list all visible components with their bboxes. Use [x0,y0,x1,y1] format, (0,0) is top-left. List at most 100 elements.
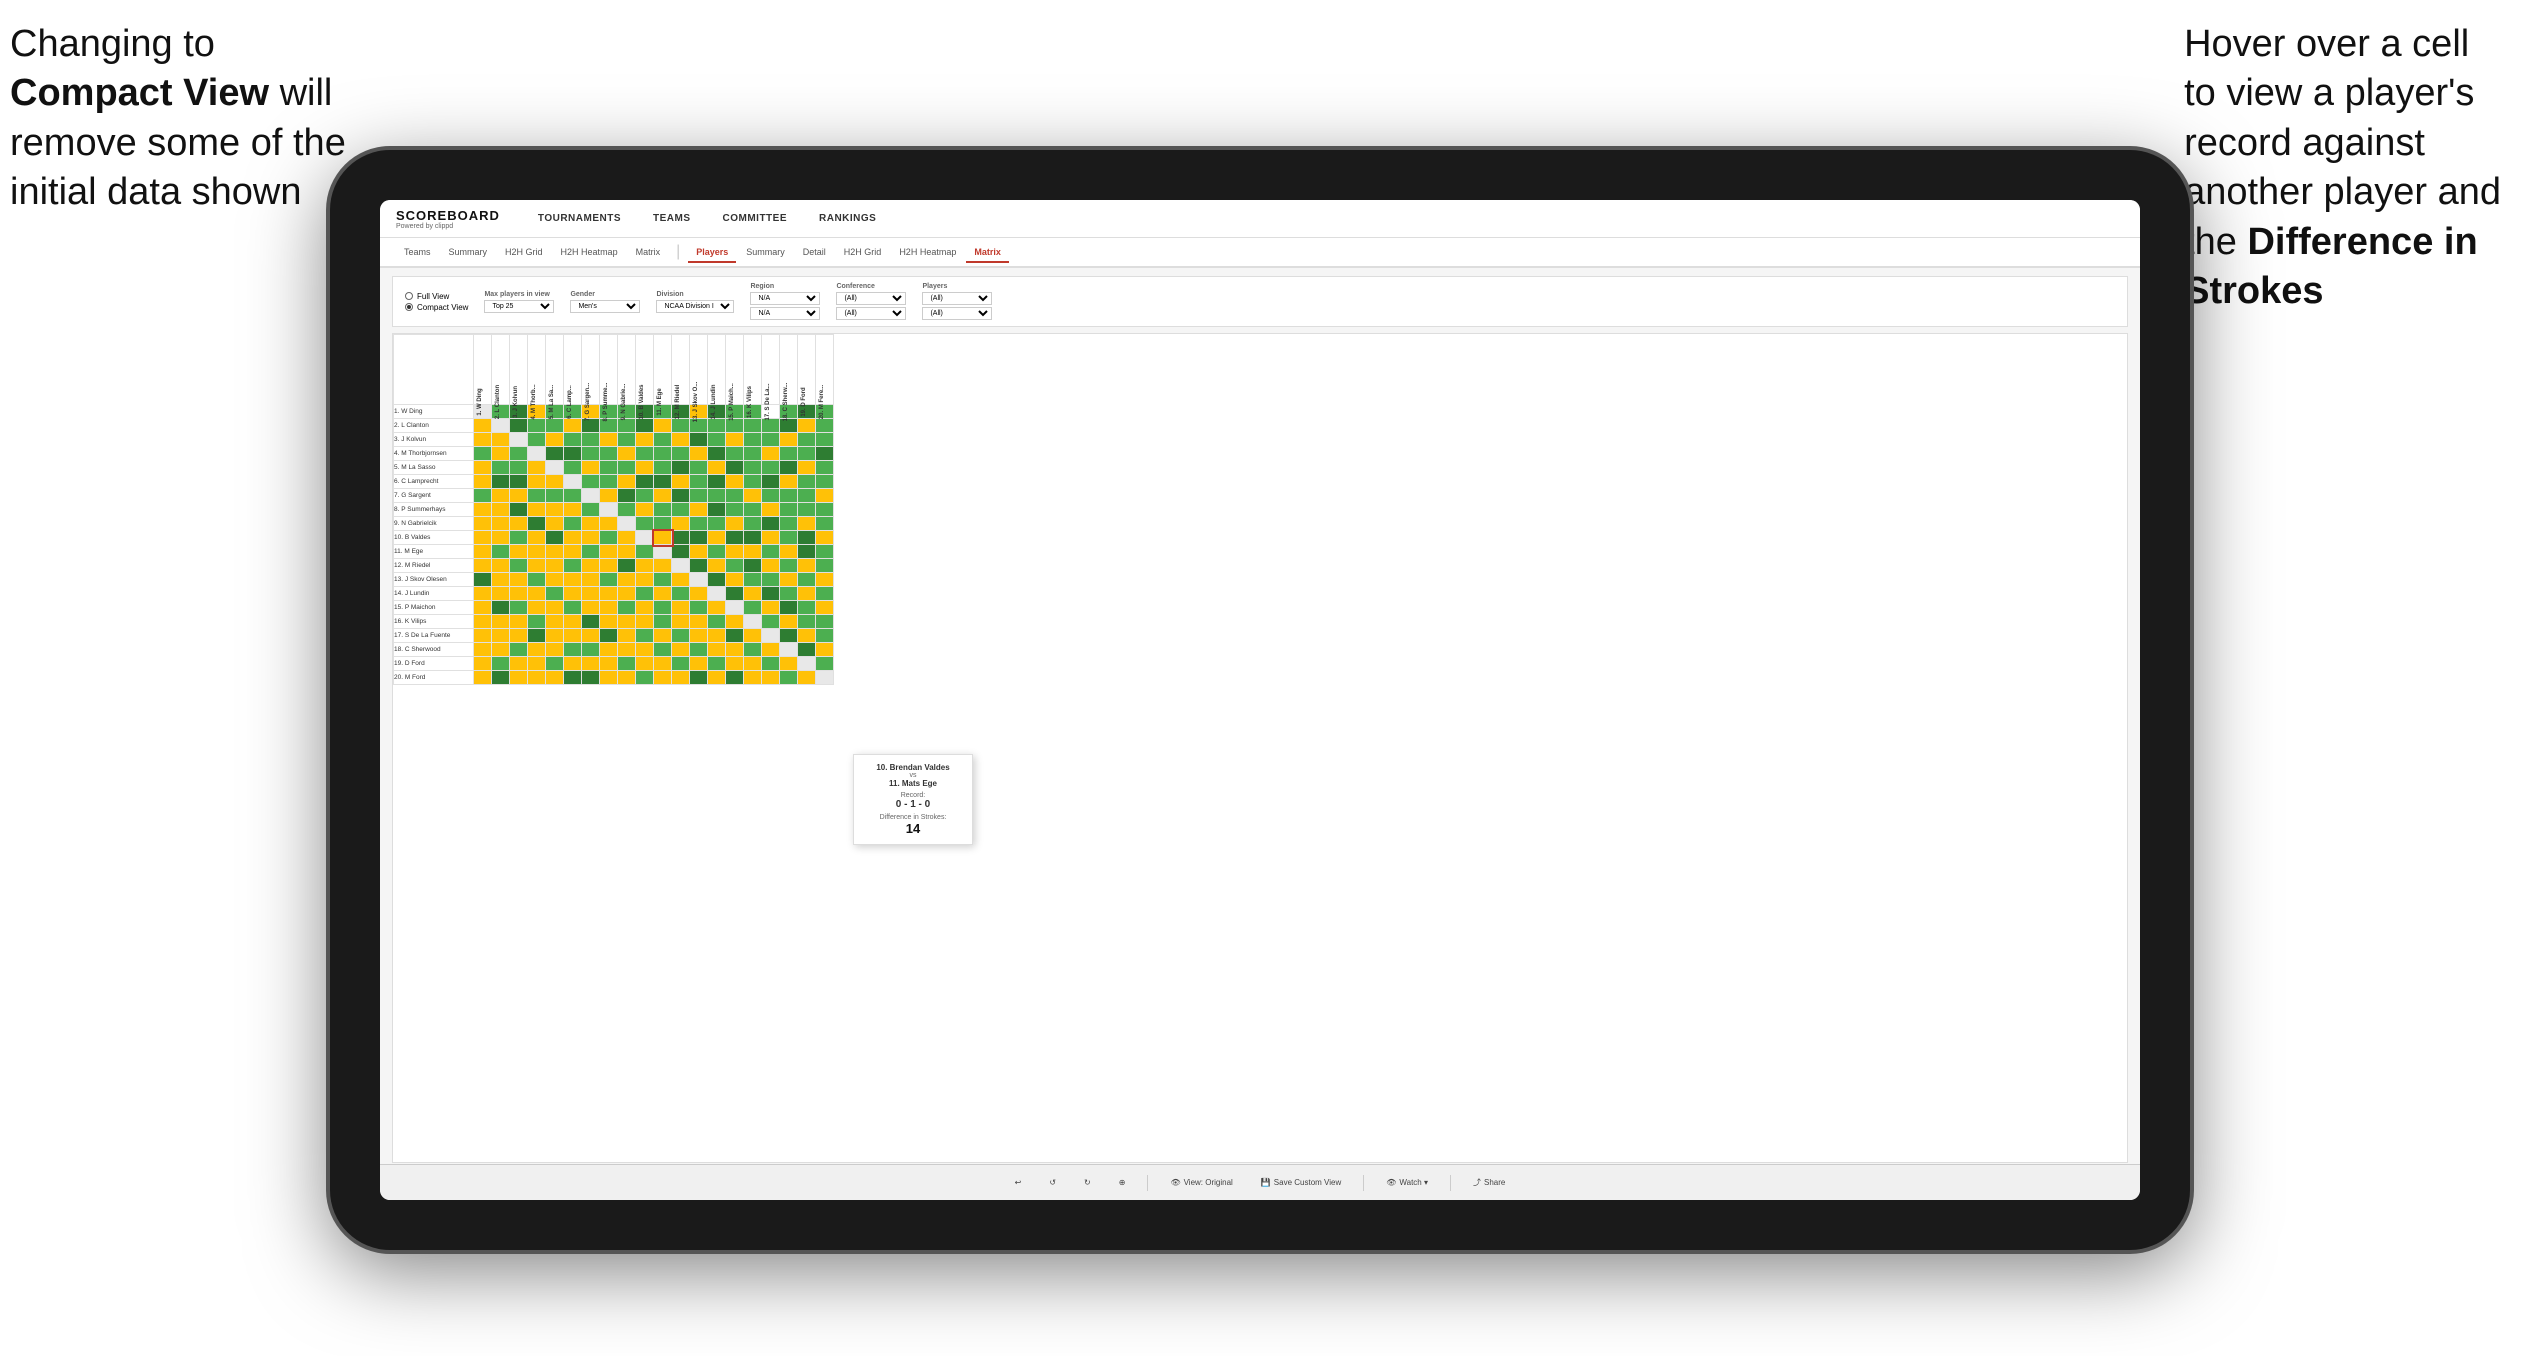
cell-3-12[interactable] [690,447,708,461]
cell-17-6[interactable] [582,643,600,657]
cell-19-13[interactable] [708,671,726,685]
cell-1-2[interactable] [510,419,528,433]
tab-h2h-heatmap-2[interactable]: H2H Heatmap [891,243,964,263]
nav-teams[interactable]: TEAMS [649,211,695,226]
cell-7-19[interactable] [816,503,834,517]
cell-8-4[interactable] [546,517,564,531]
cell-9-13[interactable] [708,531,726,545]
cell-9-7[interactable] [600,531,618,545]
cell-15-0[interactable] [474,615,492,629]
cell-13-18[interactable] [798,587,816,601]
cell-18-7[interactable] [600,657,618,671]
cell-13-15[interactable] [744,587,762,601]
watch-button[interactable]: 👁 Watch ▾ [1380,1176,1434,1189]
cell-14-7[interactable] [600,601,618,615]
cell-1-5[interactable] [564,419,582,433]
cell-7-4[interactable] [546,503,564,517]
cell-10-10[interactable] [654,545,672,559]
cell-13-8[interactable] [618,587,636,601]
cell-19-4[interactable] [546,671,564,685]
cell-17-4[interactable] [546,643,564,657]
cell-5-11[interactable] [672,475,690,489]
cell-14-18[interactable] [798,601,816,615]
cell-11-18[interactable] [798,559,816,573]
cell-6-16[interactable] [762,489,780,503]
cell-8-7[interactable] [600,517,618,531]
cell-12-1[interactable] [492,573,510,587]
cell-10-19[interactable] [816,545,834,559]
cell-3-17[interactable] [780,447,798,461]
cell-8-9[interactable] [636,517,654,531]
cell-18-12[interactable] [690,657,708,671]
cell-11-3[interactable] [528,559,546,573]
cell-17-5[interactable] [564,643,582,657]
cell-1-15[interactable] [744,419,762,433]
cell-3-0[interactable] [474,447,492,461]
cell-6-7[interactable] [600,489,618,503]
share-button[interactable]: ⤴ Share [1467,1175,1511,1190]
tab-h2h-grid-2[interactable]: H2H Grid [836,243,890,263]
cell-11-11[interactable] [672,559,690,573]
cell-11-19[interactable] [816,559,834,573]
full-view-radio[interactable] [405,292,413,300]
cell-13-1[interactable] [492,587,510,601]
cell-17-2[interactable] [510,643,528,657]
cell-8-12[interactable] [690,517,708,531]
cell-9-18[interactable] [798,531,816,545]
tab-h2h-heatmap[interactable]: H2H Heatmap [553,243,626,263]
cell-5-2[interactable] [510,475,528,489]
cell-16-14[interactable] [726,629,744,643]
cell-11-12[interactable] [690,559,708,573]
cell-7-11[interactable] [672,503,690,517]
cell-8-3[interactable] [528,517,546,531]
cell-5-0[interactable] [474,475,492,489]
cell-8-16[interactable] [762,517,780,531]
cell-7-10[interactable] [654,503,672,517]
cell-13-5[interactable] [564,587,582,601]
cell-2-14[interactable] [726,433,744,447]
cell-10-17[interactable] [780,545,798,559]
cell-2-4[interactable] [546,433,564,447]
cell-6-19[interactable] [816,489,834,503]
cell-9-2[interactable] [510,531,528,545]
cell-1-9[interactable] [636,419,654,433]
cell-2-9[interactable] [636,433,654,447]
cell-15-15[interactable] [744,615,762,629]
tab-teams[interactable]: Teams [396,243,439,263]
cell-4-17[interactable] [780,461,798,475]
cell-16-6[interactable] [582,629,600,643]
cell-13-6[interactable] [582,587,600,601]
cell-18-1[interactable] [492,657,510,671]
cell-3-11[interactable] [672,447,690,461]
cell-14-6[interactable] [582,601,600,615]
cell-16-15[interactable] [744,629,762,643]
cell-15-5[interactable] [564,615,582,629]
cell-17-0[interactable] [474,643,492,657]
cell-14-17[interactable] [780,601,798,615]
cell-13-7[interactable] [600,587,618,601]
cell-11-14[interactable] [726,559,744,573]
conference-select-2[interactable]: (All) [836,307,906,320]
cell-4-6[interactable] [582,461,600,475]
cell-12-9[interactable] [636,573,654,587]
cell-18-6[interactable] [582,657,600,671]
cell-19-18[interactable] [798,671,816,685]
cell-17-16[interactable] [762,643,780,657]
cell-13-9[interactable] [636,587,654,601]
cell-15-2[interactable] [510,615,528,629]
cell-11-7[interactable] [600,559,618,573]
cell-17-9[interactable] [636,643,654,657]
cell-12-10[interactable] [654,573,672,587]
cell-19-9[interactable] [636,671,654,685]
cell-9-4[interactable] [546,531,564,545]
cell-7-15[interactable] [744,503,762,517]
cell-15-18[interactable] [798,615,816,629]
cell-4-7[interactable] [600,461,618,475]
cell-14-4[interactable] [546,601,564,615]
cell-19-2[interactable] [510,671,528,685]
cell-3-4[interactable] [546,447,564,461]
cell-19-5[interactable] [564,671,582,685]
matrix-container[interactable]: 1. W Ding2. L Clanton3. J Kolvun4. M Tho… [392,333,2128,1163]
cell-17-18[interactable] [798,643,816,657]
nav-tournaments[interactable]: TOURNAMENTS [534,211,625,226]
